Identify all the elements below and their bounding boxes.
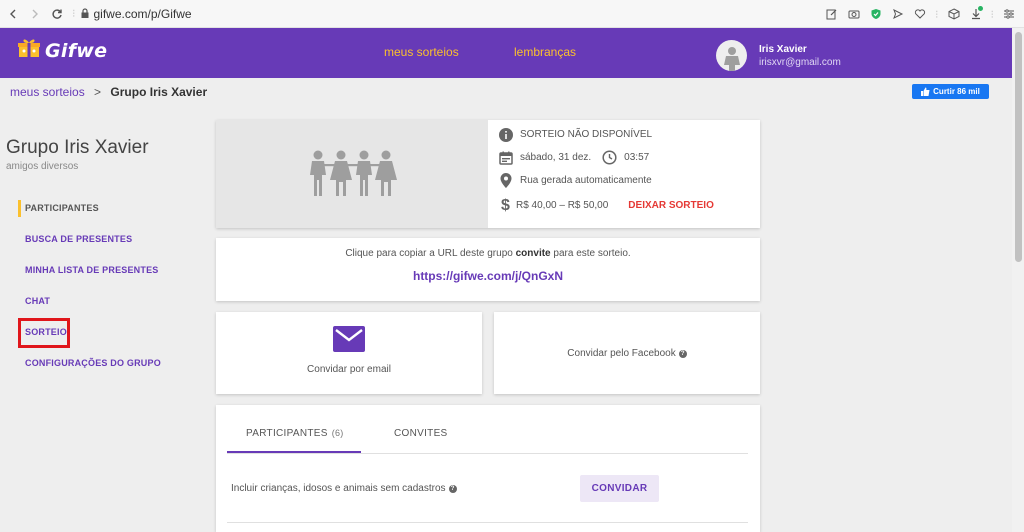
invite-button[interactable]: CONVIDAR	[580, 475, 659, 502]
tab-divider	[227, 453, 748, 454]
leave-draw-button[interactable]: DEIXAR SORTEIO	[628, 200, 714, 211]
invite-email-label: Convidar por email	[307, 364, 391, 375]
help-icon-2[interactable]: ?	[448, 485, 457, 493]
event-price-range: R$ 40,00 – R$ 50,00	[516, 200, 609, 211]
include-text: Incluir crianças, idosos e animais sem c…	[231, 483, 446, 494]
breadcrumb-separator: >	[94, 85, 102, 99]
avatar[interactable]	[716, 40, 747, 71]
box-icon[interactable]	[943, 3, 965, 25]
group-subtitle: amigos diversos	[6, 161, 79, 172]
download-icon[interactable]	[965, 3, 987, 25]
invite-facebook-label-row: Convidar pelo Facebook?	[494, 348, 760, 359]
invite-url-link[interactable]: https://gifwe.com/j/QnGxN	[216, 269, 760, 283]
person-icon	[723, 47, 740, 71]
thumbs-up-icon	[921, 87, 930, 96]
sidebar-item-configuracoes[interactable]: CONFIGURAÇÕES DO GRUPO	[25, 358, 161, 368]
tab-active-indicator	[227, 451, 361, 453]
location-pin-icon	[497, 172, 514, 189]
sidebar-item-busca-de-presentes[interactable]: BUSCA DE PRESENTES	[25, 234, 132, 244]
sidebar-item-minha-lista[interactable]: MINHA LISTA DE PRESENTES	[25, 265, 158, 275]
toolbar-separator-2: ⁝	[990, 8, 995, 21]
include-text-row: Incluir crianças, idosos e animais sem c…	[231, 483, 457, 494]
shield-icon[interactable]	[865, 3, 887, 25]
event-price-row: $ R$ 40,00 – R$ 50,00 DEIXAR SORTEIO	[497, 197, 714, 214]
event-time: 03:57	[624, 152, 650, 163]
lock-icon	[80, 8, 90, 19]
breadcrumb-link[interactable]: meus sorteios	[10, 85, 85, 99]
edit-icon[interactable]	[821, 3, 843, 25]
highlight-box	[18, 318, 70, 348]
facebook-like-button[interactable]: Curtir 86 mil	[912, 84, 989, 99]
tab-convites[interactable]: CONVITES	[394, 428, 448, 439]
notification-dot	[977, 6, 983, 11]
group-image	[216, 120, 488, 228]
divider	[227, 522, 748, 523]
app-header: Gifwe meus sorteios lembranças Iris Xavi…	[0, 28, 1012, 78]
back-icon[interactable]	[2, 3, 24, 25]
sidebar-item-participantes[interactable]: PARTICIPANTES	[25, 203, 99, 213]
camera-icon[interactable]	[843, 3, 865, 25]
event-status: SORTEIO NÃO DISPONÍVEL	[520, 129, 653, 140]
send-icon[interactable]	[887, 3, 909, 25]
browser-toolbar: ⁝ gifwe.com/p/Gifwe ⁝ ⁝	[0, 0, 1024, 28]
clock-icon	[601, 149, 618, 166]
group-title: Grupo Iris Xavier	[6, 137, 149, 158]
gift-icon	[18, 38, 40, 63]
like-label: Curtir 86 mil	[933, 87, 980, 96]
event-datetime-row: sábado, 31 dez. 03:57	[497, 149, 649, 166]
breadcrumb: meus sorteios > Grupo Iris Xavier	[10, 85, 207, 99]
event-location: Rua gerada automaticamente	[520, 175, 652, 186]
people-icon	[310, 150, 397, 196]
forward-icon[interactable]	[24, 3, 46, 25]
invite-email-card[interactable]: Convidar por email	[216, 312, 482, 394]
address-bar[interactable]: gifwe.com/p/Gifwe	[94, 7, 192, 21]
logo-text: Gifwe	[45, 39, 108, 62]
user-email: irisxvr@gmail.com	[759, 57, 841, 68]
participants-card: PARTICIPANTES (6) CONVITES Incluir crianç…	[216, 405, 760, 532]
calendar-icon	[497, 149, 514, 166]
envelope-icon	[333, 326, 365, 357]
dollar-icon: $	[501, 196, 510, 214]
nav-meus-sorteios[interactable]: meus sorteios	[384, 45, 459, 59]
event-location-row: Rua gerada automaticamente	[497, 172, 652, 189]
active-marker	[18, 200, 21, 217]
invite-facebook-label: Convidar pelo Facebook	[567, 348, 676, 359]
invite-url-instructions: Clique para copiar a URL deste grupo con…	[345, 248, 631, 259]
nav-lembrancas[interactable]: lembranças	[514, 45, 576, 59]
scrollbar[interactable]	[1012, 28, 1024, 532]
reload-icon[interactable]	[46, 3, 68, 25]
event-status-row: SORTEIO NÃO DISPONÍVEL	[497, 126, 652, 143]
logo[interactable]: Gifwe	[18, 38, 107, 63]
invite-url-card[interactable]: Clique para copiar a URL deste grupo con…	[216, 238, 760, 301]
help-icon[interactable]: ?	[678, 350, 687, 358]
event-date: sábado, 31 dez.	[520, 152, 592, 163]
menu-icon[interactable]	[998, 3, 1020, 25]
info-icon	[497, 126, 514, 143]
toolbar-separator: ⁝	[935, 8, 939, 21]
breadcrumb-current: Grupo Iris Xavier	[110, 85, 208, 99]
heart-icon[interactable]	[909, 3, 931, 25]
url-separator: ⁝	[72, 8, 76, 20]
scrollbar-thumb[interactable]	[1015, 32, 1022, 262]
user-name[interactable]: Iris Xavier	[759, 44, 807, 55]
invite-facebook-card[interactable]: Convidar pelo Facebook?	[494, 312, 760, 394]
tab-participantes[interactable]: PARTICIPANTES (6)	[246, 428, 344, 439]
event-card: SORTEIO NÃO DISPONÍVEL sábado, 31 dez. 0…	[216, 120, 760, 228]
sidebar-item-chat[interactable]: CHAT	[25, 296, 50, 306]
